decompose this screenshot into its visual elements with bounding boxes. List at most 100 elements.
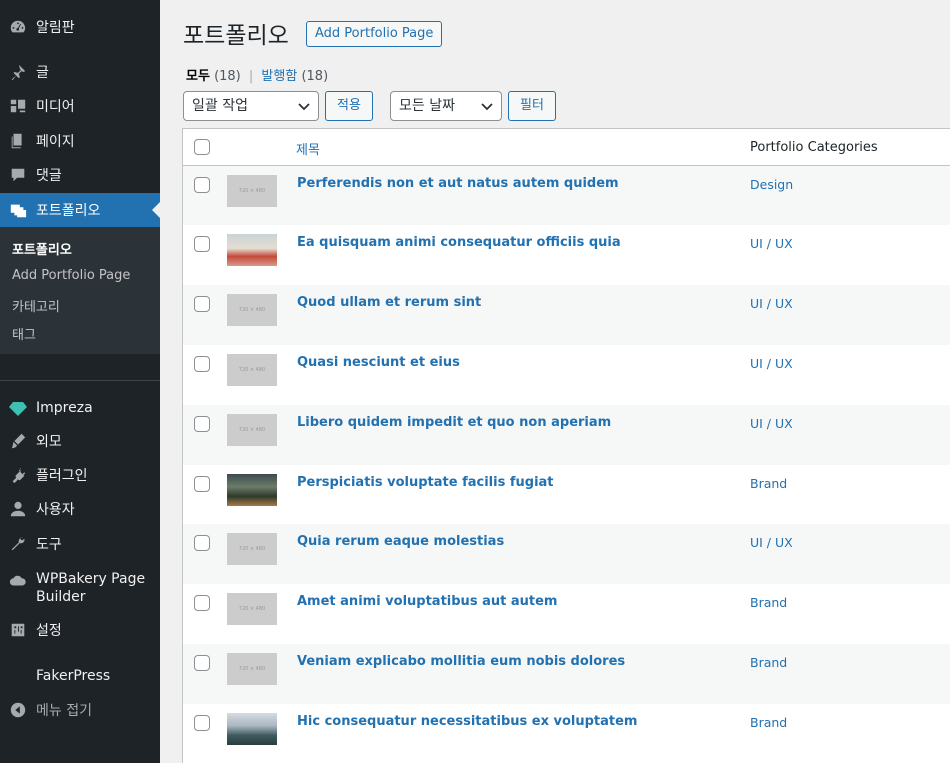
row-thumbnail[interactable]: 720 × 480 bbox=[227, 533, 277, 565]
thumbnail-placeholder-text: 720 × 480 bbox=[238, 427, 266, 433]
table-row: 720 × 480 Quia rerum eaque molestias UI / … bbox=[183, 524, 950, 584]
column-title-header[interactable]: 제목 bbox=[296, 139, 320, 158]
menu-comments-label: 댓글 bbox=[36, 168, 62, 184]
views-separator: | bbox=[248, 69, 254, 84]
table-row: 720 × 480 Amet animi voluptatibus aut aut… bbox=[183, 584, 950, 644]
menu-portfolio-label: 포트폴리오 bbox=[36, 203, 101, 219]
row-checkbox[interactable] bbox=[194, 416, 210, 432]
comment-bubble-icon bbox=[8, 165, 28, 185]
menu-users[interactable]: 사용자 bbox=[0, 492, 160, 526]
menu-tools[interactable]: 도구 bbox=[0, 527, 160, 561]
collapse-menu-label: 메뉴 접기 bbox=[36, 703, 92, 719]
menu-impreza[interactable]: Impreza bbox=[0, 391, 160, 425]
wpbakery-cloud-icon bbox=[8, 571, 28, 591]
thumbnail-placeholder-text: 720 × 480 bbox=[238, 606, 266, 612]
submenu-portfolio[interactable]: 포트폴리오 bbox=[12, 239, 72, 258]
filter-button[interactable]: 필터 bbox=[508, 91, 556, 121]
menu-settings[interactable]: 설정 bbox=[0, 613, 160, 647]
row-category-link[interactable]: UI / UX bbox=[750, 236, 793, 251]
sidebar-separator bbox=[0, 380, 160, 381]
menu-fakerpress-label: FakerPress bbox=[36, 668, 111, 684]
row-thumbnail[interactable] bbox=[227, 474, 277, 506]
menu-plugins[interactable]: 플러그인 bbox=[0, 458, 160, 492]
menu-posts-label: 글 bbox=[36, 65, 49, 81]
menu-media[interactable]: 미디어 bbox=[0, 89, 160, 123]
row-category-link[interactable]: UI / UX bbox=[750, 356, 793, 371]
row-thumbnail[interactable]: 720 × 480 bbox=[227, 653, 277, 685]
date-filter-select[interactable]: 모든 날짜 bbox=[390, 91, 502, 121]
row-checkbox[interactable] bbox=[194, 296, 210, 312]
row-title-link[interactable]: Amet animi voluptatibus aut autem bbox=[297, 594, 557, 609]
row-title-link[interactable]: Libero quidem impedit et quo non aperiam bbox=[297, 415, 611, 430]
row-category-link[interactable]: UI / UX bbox=[750, 416, 793, 431]
menu-dashboard-label: 알림판 bbox=[36, 20, 75, 36]
table-row: 720 × 480 Quasi nesciunt et eius UI / UX bbox=[183, 345, 950, 405]
row-thumbnail[interactable] bbox=[227, 234, 277, 266]
row-category-link[interactable]: UI / UX bbox=[750, 535, 793, 550]
menu-portfolio[interactable]: 포트폴리오 bbox=[0, 193, 160, 227]
settings-sliders-icon bbox=[8, 620, 28, 640]
status-views: 모두 (18) | 발행함 (18) bbox=[186, 65, 328, 84]
menu-pages-label: 페이지 bbox=[36, 134, 75, 150]
row-title-link[interactable]: Veniam explicabo mollitia eum nobis dolo… bbox=[297, 654, 625, 669]
row-thumbnail[interactable]: 720 × 480 bbox=[227, 593, 277, 625]
row-checkbox[interactable] bbox=[194, 715, 210, 731]
user-icon bbox=[8, 499, 28, 519]
row-checkbox[interactable] bbox=[194, 476, 210, 492]
row-thumbnail[interactable]: 720 × 480 bbox=[227, 294, 277, 326]
row-checkbox[interactable] bbox=[194, 535, 210, 551]
row-checkbox[interactable] bbox=[194, 595, 210, 611]
menu-posts[interactable]: 글 bbox=[0, 55, 160, 89]
menu-dashboard[interactable]: 알림판 bbox=[0, 10, 160, 44]
table-header: 제목 Portfolio Categories bbox=[183, 129, 950, 166]
add-portfolio-page-button[interactable]: Add Portfolio Page bbox=[306, 21, 443, 47]
row-thumbnail[interactable]: 720 × 480 bbox=[227, 175, 277, 207]
submenu-tags[interactable]: 태그 bbox=[12, 324, 36, 343]
table-row: Hic consequatur necessitatibus ex volupt… bbox=[183, 704, 950, 763]
row-title-link[interactable]: Quod ullam et rerum sint bbox=[297, 295, 481, 310]
select-all-checkbox[interactable] bbox=[194, 139, 210, 155]
menu-pages[interactable]: 페이지 bbox=[0, 124, 160, 158]
menu-plugins-label: 플러그인 bbox=[36, 468, 88, 484]
paintbrush-icon bbox=[8, 431, 28, 451]
menu-fakerpress[interactable]: FakerPress bbox=[0, 659, 160, 693]
row-checkbox[interactable] bbox=[194, 236, 210, 252]
table-row: Perspiciatis voluptate facilis fugiat Bra… bbox=[183, 465, 950, 525]
row-category-link[interactable]: Brand bbox=[750, 715, 787, 730]
portfolio-icon bbox=[8, 200, 28, 220]
row-category-link[interactable]: Brand bbox=[750, 655, 787, 670]
table-row: 720 × 480 Libero quidem impedit et quo no… bbox=[183, 405, 950, 465]
menu-comments[interactable]: 댓글 bbox=[0, 158, 160, 192]
thumbnail-placeholder-text: 720 × 480 bbox=[238, 307, 266, 313]
row-title-link[interactable]: Perferendis non et aut natus autem quide… bbox=[297, 176, 619, 191]
pages-icon bbox=[8, 131, 28, 151]
view-all-link[interactable]: 모두 bbox=[186, 69, 210, 84]
row-title-link[interactable]: Perspiciatis voluptate facilis fugiat bbox=[297, 475, 554, 490]
submenu-add-portfolio-page[interactable]: Add Portfolio Page bbox=[12, 268, 130, 283]
apply-button[interactable]: 적용 bbox=[325, 91, 373, 121]
row-title-link[interactable]: Quasi nesciunt et eius bbox=[297, 355, 460, 370]
row-checkbox[interactable] bbox=[194, 356, 210, 372]
row-title-link[interactable]: Hic consequatur necessitatibus ex volupt… bbox=[297, 714, 637, 729]
view-published-link[interactable]: 발행함 bbox=[261, 69, 297, 84]
row-checkbox[interactable] bbox=[194, 177, 210, 193]
menu-wpbakery[interactable]: WPBakery Page Builder bbox=[0, 570, 160, 610]
bulk-action-select[interactable]: 일괄 작업 bbox=[183, 91, 319, 121]
row-thumbnail[interactable]: 720 × 480 bbox=[227, 354, 277, 386]
row-thumbnail[interactable] bbox=[227, 713, 277, 745]
row-thumbnail[interactable]: 720 × 480 bbox=[227, 414, 277, 446]
row-title-link[interactable]: Quia rerum eaque molestias bbox=[297, 534, 504, 549]
submenu-categories[interactable]: 카테고리 bbox=[12, 296, 60, 315]
row-checkbox[interactable] bbox=[194, 655, 210, 671]
row-category-link[interactable]: UI / UX bbox=[750, 296, 793, 311]
collapse-menu-button[interactable]: 메뉴 접기 bbox=[0, 693, 160, 727]
row-title-link[interactable]: Ea quisquam animi consequatur officiis q… bbox=[297, 235, 621, 250]
row-category-link[interactable]: Brand bbox=[750, 595, 787, 610]
table-row: 720 × 480 Veniam explicabo mollitia eum n… bbox=[183, 644, 950, 704]
menu-appearance[interactable]: 외모 bbox=[0, 424, 160, 458]
row-category-link[interactable]: Brand bbox=[750, 476, 787, 491]
column-categories-header: Portfolio Categories bbox=[750, 140, 878, 155]
portfolio-submenu: 포트폴리오 Add Portfolio Page 카테고리 태그 bbox=[0, 227, 160, 354]
wrench-icon bbox=[8, 534, 28, 554]
row-category-link[interactable]: Design bbox=[750, 177, 793, 192]
